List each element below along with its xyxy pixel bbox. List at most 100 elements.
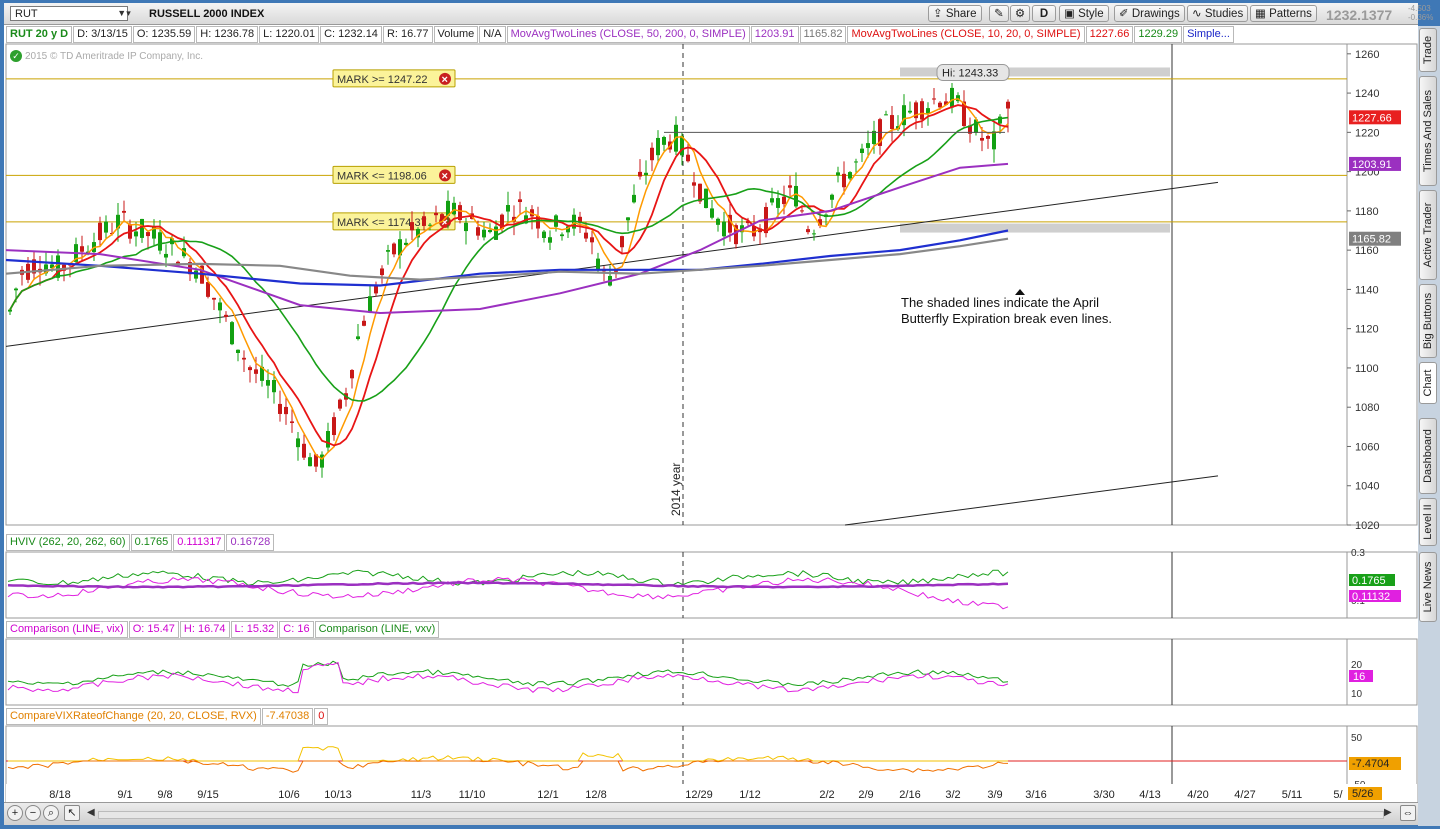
candle-body — [494, 226, 498, 240]
candle-body — [476, 227, 480, 236]
candle-body — [380, 268, 384, 276]
candle-body — [938, 102, 942, 108]
roc-label[interactable]: CompareVIXRateofChange (20, 20, CLOSE, R… — [6, 708, 261, 725]
roc-badge-text: -7.4704 — [1352, 758, 1389, 770]
y-tick-label: 1220 — [1355, 127, 1379, 139]
candle-body — [908, 110, 912, 113]
thinkorswim-chart-window: { "toolbar": { "symbol": "RUT", "index_n… — [0, 0, 1440, 829]
zoom-reset-icon[interactable]: ⌕ — [43, 805, 59, 821]
expand-icon[interactable]: ⇔ — [1400, 805, 1416, 821]
hviv-v3: 0.16728 — [226, 534, 275, 551]
candle-body — [776, 198, 780, 208]
bottom-bar: + − ⌕ ↖ ◀ ▶ ⇔ — [4, 802, 1418, 825]
comparison-header: Comparison (LINE, vix) O: 15.47 H: 16.74 L:… — [6, 621, 440, 638]
candle-body — [434, 212, 438, 216]
candle-body — [8, 309, 12, 312]
candle-body — [218, 302, 222, 311]
pan-icon[interactable]: ↖ — [64, 805, 80, 821]
price-badge-text: 1165.82 — [1352, 234, 1391, 246]
candle-body — [98, 222, 102, 241]
x-tick-label: 8/18 — [49, 789, 70, 801]
horizontal-scrollbar[interactable] — [98, 811, 1384, 819]
candle-body — [1006, 101, 1010, 109]
candle-body — [146, 232, 150, 237]
candle-body — [212, 297, 216, 300]
hviv-v2: 0.111317 — [173, 534, 226, 551]
candle-body — [368, 296, 372, 313]
x-tick-label: 10/6 — [278, 789, 299, 801]
y-tick-label: 1140 — [1355, 284, 1379, 296]
candle-body — [866, 143, 870, 148]
candle-body — [542, 231, 546, 238]
candle-body — [842, 173, 846, 188]
candle-body — [104, 221, 108, 233]
candle-body — [626, 217, 630, 221]
candle-body — [194, 270, 198, 279]
candle-body — [692, 182, 696, 186]
comparison-pane-plot-area — [5, 638, 1348, 706]
candle-body — [806, 229, 810, 233]
candle-body — [848, 172, 852, 179]
candle-body — [800, 210, 804, 212]
candle-body — [278, 403, 282, 414]
y-tick-label: 1180 — [1355, 206, 1379, 218]
candle-body — [812, 233, 816, 235]
x-tick-label: 3/2 — [945, 789, 960, 801]
annotation-line-2: Butterfly Expiration break even lines. — [901, 311, 1112, 326]
roc-zero: 0 — [314, 708, 329, 725]
roc-tick-50: 50 — [1351, 733, 1363, 744]
candle-body — [884, 114, 888, 116]
candle-body — [506, 205, 510, 212]
x-tick-label: 3/16 — [1025, 789, 1046, 801]
candle-body — [386, 250, 390, 252]
candle-body — [308, 457, 312, 467]
candle-body — [290, 421, 294, 424]
candle-body — [716, 218, 720, 225]
y-tick-label: 1080 — [1355, 402, 1379, 414]
candle-body — [596, 258, 600, 270]
candle-body — [428, 224, 432, 226]
candle-body — [590, 237, 594, 243]
zoom-out-icon[interactable]: − — [25, 805, 41, 821]
scroll-right-icon[interactable]: ▶ — [1384, 807, 1392, 818]
x-tick-label: 9/8 — [157, 789, 172, 801]
y-tick-label: 1160 — [1355, 245, 1379, 257]
candle-body — [356, 336, 360, 340]
candle-body — [932, 98, 936, 100]
candle-body — [920, 101, 924, 120]
candle-body — [158, 232, 162, 251]
candle-body — [650, 147, 654, 161]
candle-body — [950, 87, 954, 108]
x-tick-label: 4/13 — [1139, 789, 1160, 801]
candle-body — [836, 172, 840, 176]
comparison-vxv-label[interactable]: Comparison (LINE, vxv) — [314, 621, 440, 638]
y-tick-label: 1060 — [1355, 441, 1379, 453]
candle-body — [392, 243, 396, 255]
candle-body — [872, 130, 876, 145]
scroll-left-icon[interactable]: ◀ — [87, 807, 95, 818]
candle-body — [992, 131, 996, 150]
lower-panes: 0.30.10.17650.1113220101650-50-7.4704 — [5, 548, 1418, 803]
candle-body — [338, 399, 342, 409]
candle-body — [860, 148, 864, 153]
mark-label: MARK <= 1198.06 × — [332, 165, 456, 184]
zoom-in-icon[interactable]: + — [7, 805, 23, 821]
copyright-text: ✓ 2015 © TD Ameritrade IP Company, Inc. — [10, 50, 203, 62]
annotation-line-1: The shaded lines indicate the April — [901, 295, 1099, 310]
x-tick-label: 10/13 — [324, 789, 352, 801]
x-tick-label: 12/8 — [585, 789, 606, 801]
candle-body — [224, 314, 228, 317]
check-icon: ✓ — [10, 50, 22, 62]
y-tick-label: 1040 — [1355, 481, 1379, 493]
y-tick-label: 1120 — [1355, 324, 1379, 336]
candle-body — [830, 194, 834, 200]
comparison-vix-label[interactable]: Comparison (LINE, vix) — [6, 621, 128, 638]
hviv-v1: 0.1765 — [130, 534, 173, 551]
x-tick-label: 2/2 — [819, 789, 834, 801]
x-tick-label: 3/30 — [1093, 789, 1114, 801]
hviv-badge-2-text: 0.11132 — [1352, 591, 1390, 603]
x-tick-label: 2/9 — [858, 789, 873, 801]
candle-body — [326, 431, 330, 448]
hviv-label[interactable]: HVIV (262, 20, 262, 60) — [6, 534, 130, 551]
candle-body — [266, 380, 270, 386]
